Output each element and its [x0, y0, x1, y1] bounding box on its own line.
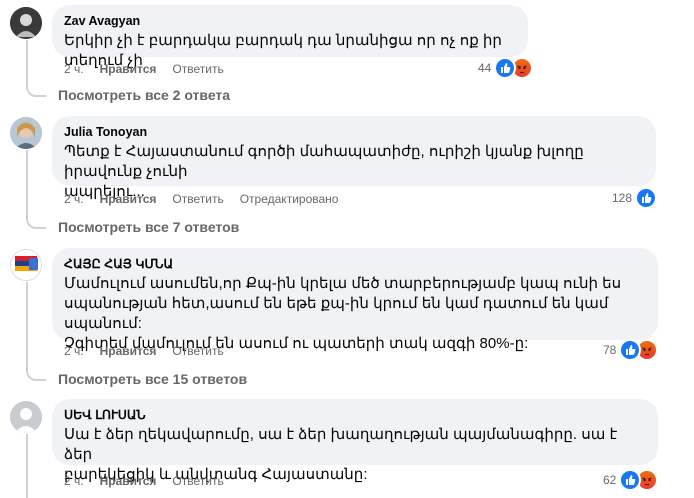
- comment-author[interactable]: Julia Tonoyan: [64, 124, 644, 140]
- comment-author[interactable]: ՀԱՅԸ ՀԱՅ ԿՄՆԱ: [64, 256, 646, 272]
- like-icon: [494, 57, 517, 79]
- avatar[interactable]: [10, 249, 42, 281]
- thread-connector: [26, 434, 28, 498]
- reply-button[interactable]: Ответить: [172, 343, 223, 359]
- like-icon: [619, 469, 642, 491]
- view-replies-link[interactable]: Посмотреть все 2 ответа: [58, 86, 230, 104]
- comment-bubble: Julia Tonoyan Պետք է Հայաստանում գործի մ…: [52, 116, 656, 200]
- comment-bubble: ՀԱՅԸ ՀԱՅ ԿՄՆԱ Մամուլում ասումեն,որ Քպ-ին…: [52, 248, 658, 352]
- reaction-count: 62: [603, 473, 617, 487]
- reply-button[interactable]: Ответить: [172, 473, 223, 489]
- comment-text: Մամուլում ասումեն,որ Քպ-ին կրելա մեծ տար…: [64, 275, 622, 352]
- thread-connector: [26, 150, 46, 229]
- comment-author[interactable]: ՍԵՎ ԼՈՒՍԱՆ: [64, 407, 646, 423]
- view-replies-link[interactable]: Посмотреть все 7 ответов: [58, 218, 239, 236]
- reaction-count: 128: [612, 191, 633, 205]
- reaction-summary[interactable]: 128: [612, 187, 658, 209]
- comment-actions: 2 ч. Нравится Ответить: [64, 61, 240, 77]
- reaction-count: 78: [603, 343, 617, 357]
- reaction-summary[interactable]: 62: [603, 469, 659, 491]
- reaction-summary[interactable]: 78: [603, 339, 659, 361]
- reaction-summary[interactable]: 44: [478, 57, 534, 79]
- comment-bubble: ՍԵՎ ԼՈՒՍԱՆ Սա է ձեր ղեկավարումը, սա է ձե…: [52, 399, 658, 483]
- thread-connector: [26, 282, 46, 381]
- comment-time[interactable]: 2 ч.: [64, 191, 84, 207]
- comment-author[interactable]: Zav Avagyan: [64, 13, 516, 29]
- comment-actions: 2 ч. Нравится Ответить: [64, 473, 240, 489]
- reply-button[interactable]: Ответить: [172, 61, 223, 77]
- like-button[interactable]: Нравится: [100, 191, 157, 207]
- comment-actions: 2 ч. Нравится Ответить: [64, 343, 240, 359]
- view-replies-link[interactable]: Посмотреть все 15 ответов: [58, 370, 247, 388]
- like-button[interactable]: Нравится: [100, 473, 157, 489]
- comment-actions: 2 ч. Нравится Ответить Отредактировано: [64, 191, 354, 207]
- like-button[interactable]: Нравится: [100, 343, 157, 359]
- comment-time[interactable]: 2 ч.: [64, 343, 84, 359]
- reaction-count: 44: [478, 61, 492, 75]
- comment-time[interactable]: 2 ч.: [64, 473, 84, 489]
- edited-label[interactable]: Отредактировано: [240, 191, 339, 207]
- like-icon: [619, 339, 642, 361]
- like-icon: [635, 187, 658, 209]
- avatar[interactable]: [10, 7, 42, 39]
- thread-connector: [26, 40, 46, 97]
- comment-time[interactable]: 2 ч.: [64, 61, 84, 77]
- reply-button[interactable]: Ответить: [172, 191, 223, 207]
- avatar[interactable]: [10, 401, 42, 433]
- avatar[interactable]: [10, 117, 42, 149]
- like-button[interactable]: Нравится: [100, 61, 157, 77]
- comment-bubble: Zav Avagyan Երկիր չի է բարդակա բարդակ դա…: [52, 5, 528, 69]
